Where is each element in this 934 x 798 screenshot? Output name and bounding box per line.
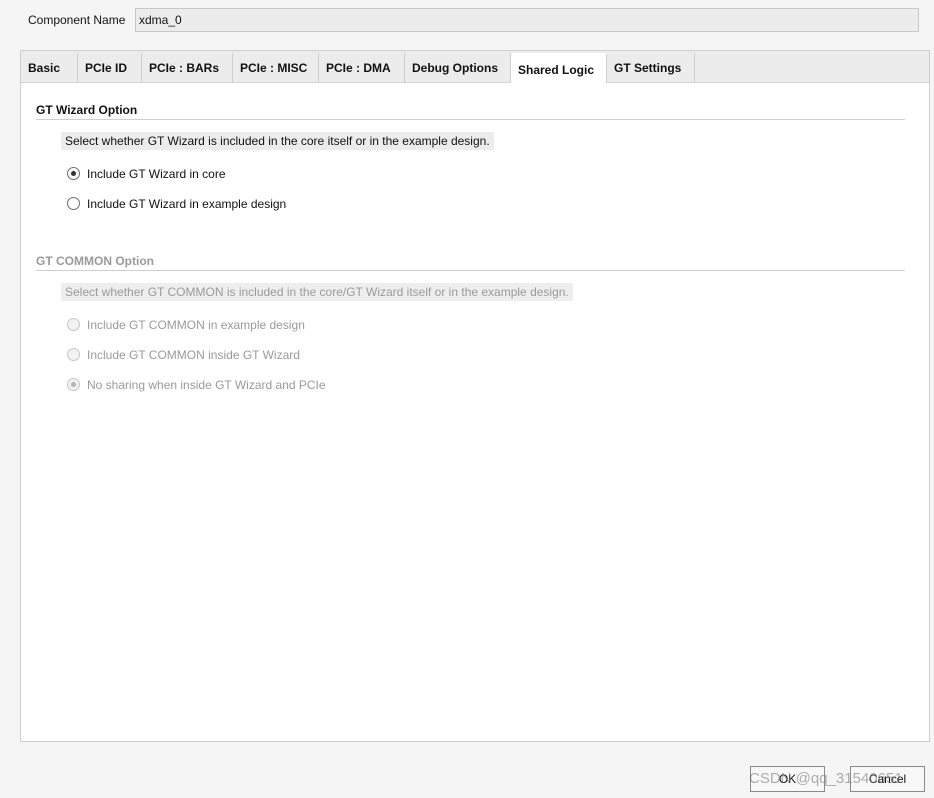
tab-shared-logic[interactable]: Shared Logic <box>511 53 607 83</box>
tab-debug-options[interactable]: Debug Options <box>405 53 511 83</box>
tab-bar: Basic PCIe ID PCIe : BARs PCIe : MISC PC… <box>21 51 929 83</box>
settings-panel: Basic PCIe ID PCIe : BARs PCIe : MISC PC… <box>20 50 930 742</box>
gt-common-description: Select whether GT COMMON is included in … <box>61 283 573 301</box>
tab-pcie-bars[interactable]: PCIe : BARs <box>142 53 233 83</box>
radio-label: Include GT Wizard in core <box>87 167 226 181</box>
section-divider <box>36 270 905 271</box>
radio-unselected-icon <box>67 348 80 361</box>
gt-common-section-title: GT COMMON Option <box>36 254 154 268</box>
cancel-button[interactable]: Cancel <box>850 766 925 792</box>
radio-label: Include GT COMMON in example design <box>87 318 305 332</box>
gt-wizard-description: Select whether GT Wizard is included in … <box>61 132 494 150</box>
radio-label: Include GT Wizard in example design <box>87 197 287 211</box>
radio-selected-icon[interactable] <box>67 167 80 180</box>
section-divider <box>36 119 905 120</box>
radio-label: No sharing when inside GT Wizard and PCI… <box>87 378 326 392</box>
ok-button[interactable]: OK <box>750 766 825 792</box>
radio-selected-icon <box>67 378 80 391</box>
ip-customization-dialog: Component Name xdma_0 Basic PCIe ID PCIe… <box>0 0 934 798</box>
tab-pcie-dma[interactable]: PCIe : DMA <box>319 53 405 83</box>
tab-basic[interactable]: Basic <box>21 53 78 83</box>
tab-pcie-id[interactable]: PCIe ID <box>78 53 142 83</box>
component-name-input[interactable]: xdma_0 <box>135 8 919 32</box>
radio-label: Include GT COMMON inside GT Wizard <box>87 348 300 362</box>
radio-unselected-icon[interactable] <box>67 197 80 210</box>
tab-pcie-misc[interactable]: PCIe : MISC <box>233 53 319 83</box>
radio-unselected-icon <box>67 318 80 331</box>
gt-wizard-section-title: GT Wizard Option <box>36 103 138 117</box>
tab-gt-settings[interactable]: GT Settings <box>607 53 695 83</box>
component-name-label: Component Name <box>28 13 126 27</box>
